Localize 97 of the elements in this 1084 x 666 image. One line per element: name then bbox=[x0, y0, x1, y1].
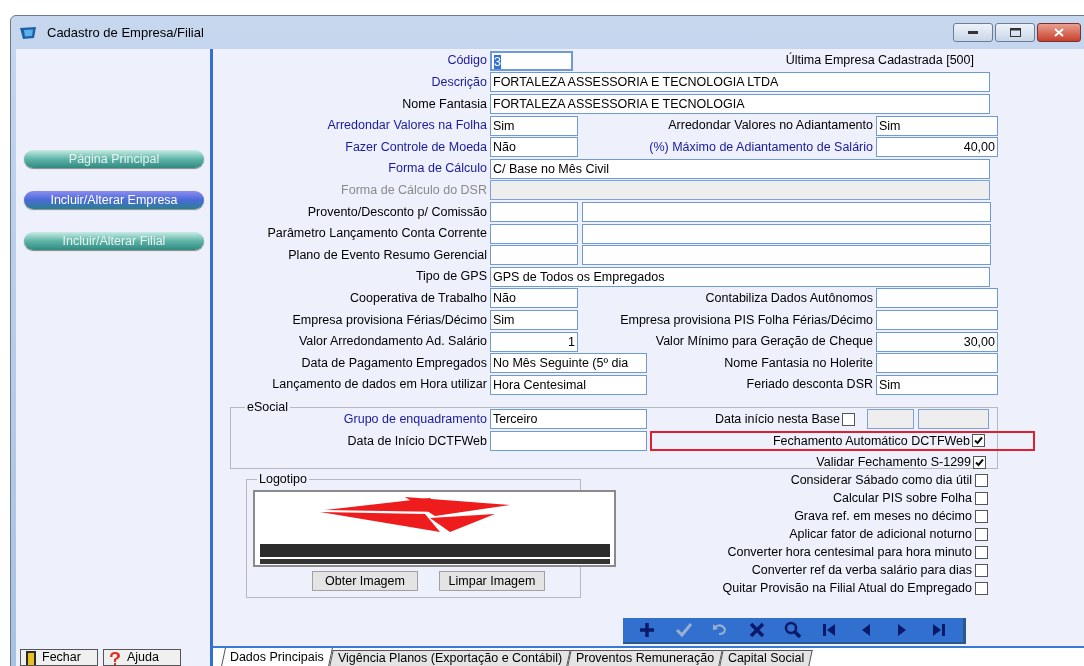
field-label: Grupo de enquadramento bbox=[342, 410, 487, 428]
checkbox-label: Calcular PIS sobre Folha bbox=[833, 490, 972, 508]
input-field[interactable] bbox=[582, 223, 991, 244]
search-icon[interactable] bbox=[783, 620, 802, 639]
field-label: Descrição bbox=[430, 74, 487, 91]
field-label: Valor Arredondamento Ad. Salário bbox=[297, 333, 487, 351]
input-field[interactable] bbox=[876, 288, 998, 309]
field-label: Valor Mínimo para Geração de Cheque bbox=[654, 333, 873, 351]
checkbox[interactable] bbox=[973, 456, 986, 469]
input-field[interactable]: FORTALEZA ASSESSORIA E TECNOLOGIA bbox=[490, 94, 990, 114]
field-label: Arredondar Valores no Adiantamento bbox=[667, 117, 873, 135]
checkbox[interactable] bbox=[975, 582, 988, 595]
field-label: Lançamento de dados em Hora utilizar bbox=[271, 376, 487, 394]
app-icon bbox=[19, 25, 37, 40]
field-label: Cooperativa de Trabalho bbox=[349, 289, 487, 307]
input-field[interactable] bbox=[876, 309, 998, 330]
input-field[interactable]: No Mês Seguinte (5º dia bbox=[490, 353, 647, 374]
window-title: Cadastro de Empresa/Filial bbox=[47, 23, 204, 42]
input-field[interactable] bbox=[490, 201, 578, 222]
add-icon[interactable] bbox=[638, 620, 657, 639]
maximize-button[interactable] bbox=[995, 23, 1035, 42]
field-label: Contabiliza Dados Autônomos bbox=[704, 289, 873, 307]
input-field[interactable]: 40,00 bbox=[876, 137, 998, 158]
field-label: Forma de Cálculo bbox=[387, 160, 487, 178]
maximize-icon bbox=[1009, 28, 1021, 37]
input-field[interactable]: 1 bbox=[490, 331, 578, 352]
field-label: Fazer Controle de Moeda bbox=[344, 138, 487, 156]
checkbox[interactable] bbox=[975, 492, 988, 505]
field-label: Plano de Evento Resumo Gerencial bbox=[287, 246, 487, 264]
checkbox[interactable] bbox=[975, 510, 988, 523]
checkbox-label: Validar Fechamento S-1299 bbox=[816, 454, 971, 472]
input-field[interactable] bbox=[918, 409, 989, 430]
field-label: Provento/Desconto p/ Comissão bbox=[306, 203, 487, 221]
info-text: Última Empresa Cadastrada [500] bbox=[785, 51, 974, 70]
tab[interactable]: Capital Social bbox=[719, 650, 814, 666]
checkbox[interactable] bbox=[972, 434, 985, 448]
field-label: Arredondar Valores na Folha bbox=[326, 117, 487, 135]
minimize-button[interactable] bbox=[953, 23, 993, 42]
input-field[interactable]: Sim bbox=[876, 374, 998, 395]
field-label: Empresa provisiona Férias/Décimo bbox=[291, 311, 487, 329]
image-button[interactable]: Limpar Imagem bbox=[439, 570, 545, 591]
input-field[interactable]: 3 bbox=[490, 50, 573, 71]
image-button[interactable]: Obter Imagem bbox=[312, 570, 418, 591]
input-field[interactable] bbox=[867, 409, 914, 430]
sidebar-button[interactable]: Incluir/Alterar Empresa bbox=[24, 191, 204, 209]
tab[interactable]: Vigência Planos (Exportação e Contábil) bbox=[329, 650, 571, 666]
input-field[interactable] bbox=[490, 223, 578, 244]
input-field[interactable]: Sim bbox=[490, 309, 578, 330]
field-label: Código bbox=[446, 52, 487, 70]
field-label: Parâmetro Lançamento Conta Corrente bbox=[266, 225, 487, 243]
checkbox-label: Converter ref da verba salário para dias bbox=[751, 562, 972, 580]
checkbox-label: Fechamento Automático DCTFWeb bbox=[772, 432, 970, 450]
checkbox[interactable] bbox=[842, 412, 855, 426]
field-label: Empresa provisiona PIS Folha Férias/Décimo bbox=[619, 311, 873, 329]
field-label: Data de Pagamento Empregados bbox=[300, 354, 487, 372]
tab[interactable]: Dados Principais bbox=[221, 648, 333, 666]
input-field[interactable]: Hora Centesimal bbox=[490, 374, 647, 395]
close-icon bbox=[1054, 28, 1064, 37]
close-button[interactable] bbox=[1037, 23, 1081, 42]
input-field[interactable] bbox=[582, 201, 991, 222]
field-label: Forma de Cálculo do DSR bbox=[340, 182, 487, 199]
delete-icon[interactable] bbox=[747, 620, 766, 639]
checkbox-label: Considerar Sábado como dia útil bbox=[790, 472, 972, 490]
checkbox[interactable] bbox=[975, 564, 988, 577]
field-label: Tipo de GPS bbox=[414, 268, 487, 286]
tab[interactable]: Proventos Remuneração bbox=[567, 650, 723, 666]
input-field[interactable] bbox=[582, 245, 991, 266]
input-field[interactable] bbox=[876, 353, 998, 374]
input-field[interactable]: C/ Base no Mês Civil bbox=[490, 158, 990, 179]
field-label: Feriado desconta DSR bbox=[745, 376, 873, 394]
input-field[interactable] bbox=[490, 430, 647, 451]
input-field[interactable]: Não bbox=[490, 137, 578, 158]
checkbox-label: Grava ref. em meses no décimo bbox=[794, 508, 972, 526]
checkbox[interactable] bbox=[975, 474, 988, 487]
field-label: Data de Início DCTFWeb bbox=[346, 432, 487, 450]
input-field[interactable]: Terceiro bbox=[490, 409, 647, 430]
close-button[interactable]: Fechar bbox=[20, 649, 98, 666]
input-field[interactable]: 30,00 bbox=[876, 331, 998, 352]
help-icon bbox=[108, 650, 122, 665]
checkbox-label: Aplicar fator de adicional noturno bbox=[789, 526, 972, 544]
input-field[interactable]: Não bbox=[490, 288, 578, 309]
door-icon bbox=[25, 650, 37, 665]
field-label: (%) Máximo de Adiantamento de Salário bbox=[648, 138, 873, 156]
input-field[interactable] bbox=[490, 245, 578, 266]
checkbox[interactable] bbox=[975, 546, 988, 559]
input-field[interactable]: GPS de Todos os Empregados bbox=[490, 266, 990, 287]
checkbox[interactable] bbox=[975, 528, 988, 541]
checkbox-label: Converter hora centesimal para hora minuto bbox=[727, 544, 972, 562]
minimize-icon bbox=[968, 30, 978, 35]
input-field[interactable]: Sim bbox=[876, 115, 998, 136]
input-field[interactable]: Sim bbox=[490, 115, 578, 136]
checkbox-label: Quitar Provisão na Filial Atual do Empregado bbox=[722, 580, 972, 598]
checkbox-label: Data início nesta Base bbox=[714, 410, 840, 428]
help-button[interactable]: Ajuda bbox=[103, 649, 181, 666]
field-label: Nome Fantasia bbox=[401, 95, 487, 113]
input-field[interactable]: FORTALEZA ASSESSORIA E TECNOLOGIA LTDA bbox=[490, 72, 990, 93]
field-label: Nome Fantasia no Holerite bbox=[723, 354, 873, 372]
